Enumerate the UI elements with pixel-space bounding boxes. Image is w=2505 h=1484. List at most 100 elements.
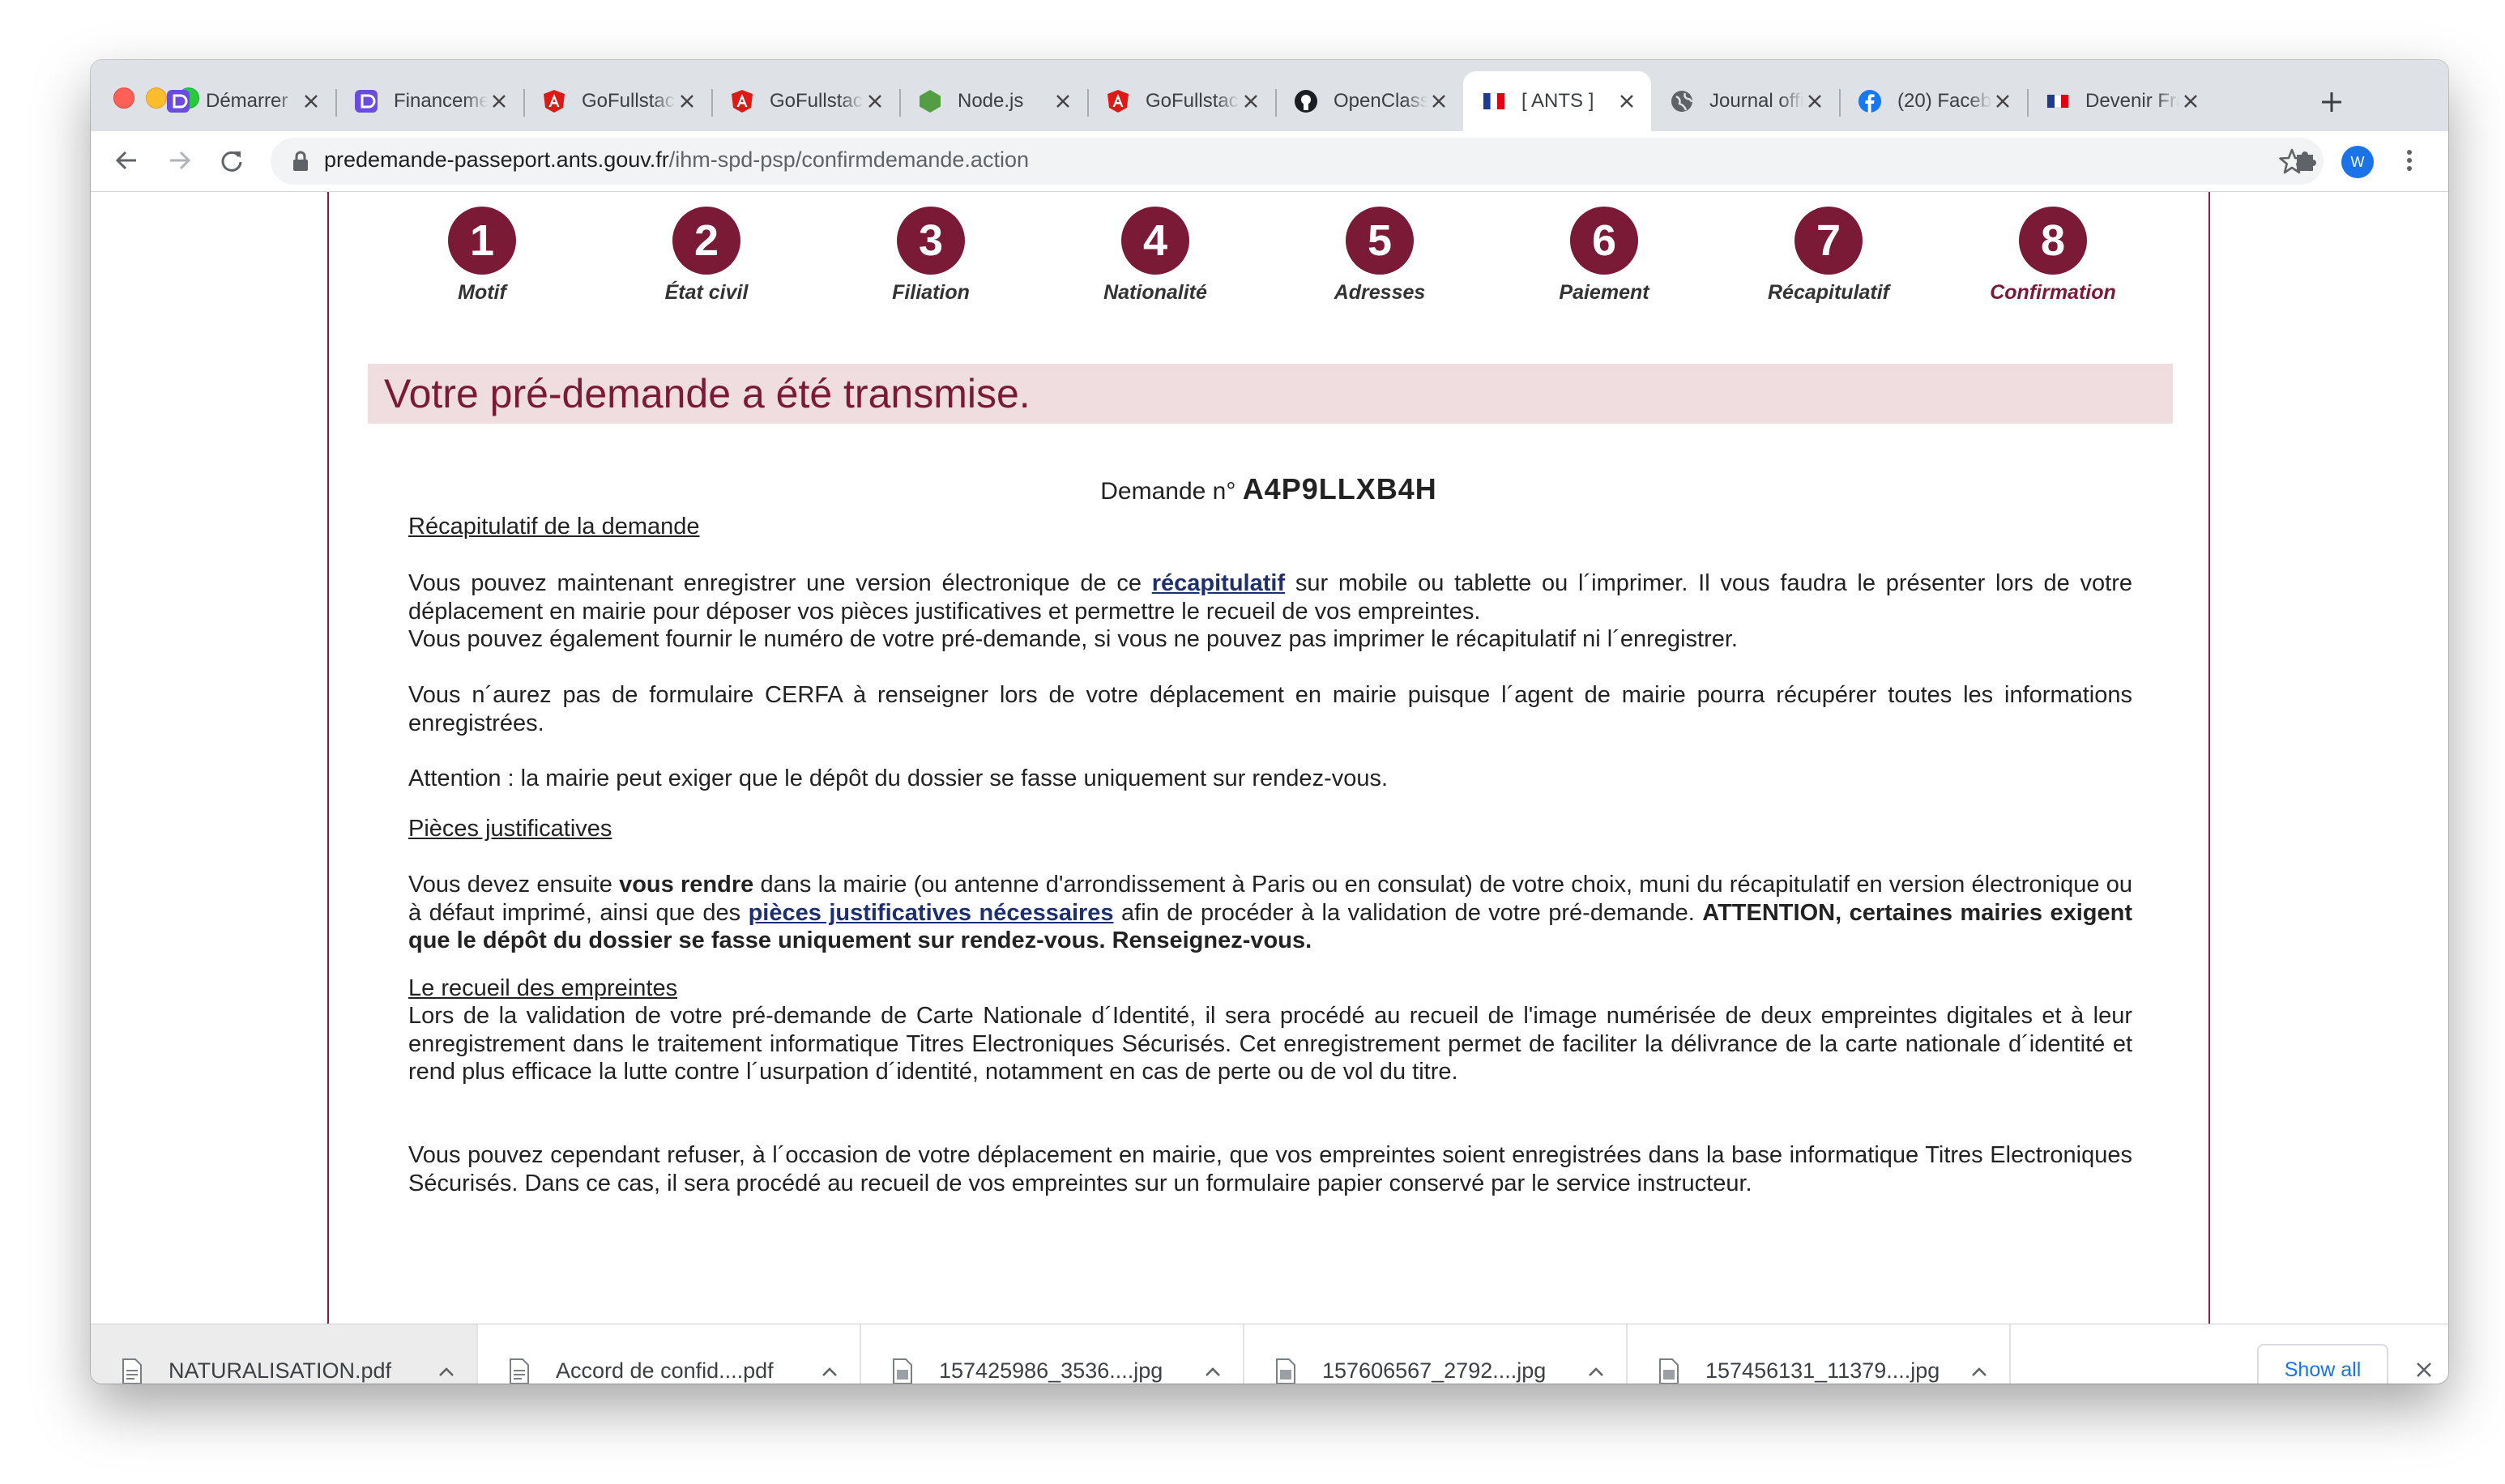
download-filename: Accord de confid....pdf: [556, 1358, 774, 1383]
tab-nodejs[interactable]: Node.js: [899, 71, 1087, 131]
close-icon[interactable]: [300, 90, 322, 113]
new-tab-button[interactable]: [2314, 84, 2349, 120]
step-motif[interactable]: 1 Motif: [385, 207, 579, 305]
step-number: 8: [2019, 207, 2087, 275]
downloads-bar: NATURALISATION.pdf Accord de confid....p…: [91, 1324, 2448, 1384]
close-icon[interactable]: [2179, 90, 2202, 113]
profile-avatar[interactable]: W: [2341, 146, 2374, 178]
tab-title: Démarrer: [206, 90, 288, 112]
page-container: 1 Motif 2 État civil 3 Filiation 4 Natio…: [327, 192, 2210, 1352]
step-adresses[interactable]: 5 Adresses: [1282, 207, 1477, 305]
close-icon: [2417, 1362, 2431, 1377]
file-icon: [122, 1358, 142, 1384]
step-recapitulatif[interactable]: 7 Récapitulatif: [1731, 207, 1926, 305]
tab-facebook[interactable]: (20) Facebook: [1839, 71, 2027, 131]
tab-financement[interactable]: Financement: [335, 71, 523, 131]
tab-strip: Démarrer Financement GoFullstack GoFulls…: [91, 60, 2448, 131]
step-etat-civil[interactable]: 2 État civil: [609, 207, 804, 305]
image-file-icon: [1659, 1358, 1679, 1384]
tab-openclassrooms[interactable]: OpenClassrooms: [1275, 71, 1463, 131]
back-button[interactable]: [109, 143, 144, 178]
tab-gofullstack-1[interactable]: GoFullstack: [523, 71, 711, 131]
empreintes-heading-text: Le recueil des empreintes: [408, 975, 678, 1001]
chevron-up-icon[interactable]: [817, 1359, 842, 1384]
step-label: Récapitulatif: [1767, 281, 1890, 304]
pieces-heading-text: Pièces justificatives: [408, 816, 612, 842]
close-icon[interactable]: [1052, 90, 1074, 113]
demarches-icon: [165, 88, 191, 114]
pieces-text: afin de procéder à la validation de votr…: [1121, 899, 1695, 926]
step-label: Nationalité: [1103, 281, 1207, 304]
download-item[interactable]: NATURALISATION.pdf: [91, 1324, 478, 1384]
download-item[interactable]: 157606567_2792....jpg: [1244, 1324, 1628, 1384]
browser-menu-button[interactable]: [2392, 143, 2427, 178]
step-label: Confirmation: [1990, 281, 2116, 304]
download-filename: NATURALISATION.pdf: [169, 1358, 392, 1383]
recap-heading-text: Récapitulatif de la demande: [408, 514, 700, 539]
close-icon[interactable]: [864, 90, 886, 113]
address-bar[interactable]: predemande-passeport.ants.gouv.fr/ihm-sp…: [271, 138, 2324, 185]
chevron-up-icon[interactable]: [1967, 1359, 1991, 1384]
tab-gofullstack-2[interactable]: GoFullstack: [711, 71, 899, 131]
tab-title: Financement: [394, 90, 488, 112]
github-icon: [1293, 88, 1319, 114]
tab-demarrer[interactable]: Démarrer: [147, 71, 335, 131]
kebab-menu-icon: [2407, 150, 2412, 171]
image-file-icon: [1276, 1358, 1295, 1384]
facebook-icon: [1857, 88, 1883, 114]
page-viewport: 1 Motif 2 État civil 3 Filiation 4 Natio…: [91, 192, 2448, 1352]
step-number: 5: [1346, 207, 1414, 275]
step-number: 2: [672, 207, 740, 275]
pieces-justificatives-link[interactable]: pièces justificatives nécessaires: [749, 900, 1114, 926]
empreintes-paragraph-2: Vous pouvez cependant refuser, à l´occas…: [408, 1142, 2132, 1196]
france-flag-icon: [1481, 88, 1507, 114]
recap-text: Vous pouvez également fournir le numéro …: [408, 626, 1738, 652]
tab-devenir-francais[interactable]: Devenir Français: [2027, 71, 2215, 131]
url-host: predemande-passeport.ants.gouv.fr: [324, 147, 669, 172]
download-filename: 157606567_2792....jpg: [1322, 1358, 1547, 1383]
close-icon[interactable]: [1803, 90, 1826, 113]
demande-label: Demande n°: [1100, 478, 1236, 505]
step-number: 3: [897, 207, 965, 275]
tab-title: GoFullstack: [770, 90, 864, 112]
recap-paragraph-1: Vous pouvez maintenant enregistrer une v…: [408, 569, 2132, 654]
file-icon: [510, 1358, 529, 1384]
chevron-up-icon[interactable]: [434, 1359, 459, 1384]
step-filiation[interactable]: 3 Filiation: [834, 207, 1028, 305]
arrow-right-icon: [170, 151, 191, 170]
close-icon[interactable]: [676, 90, 698, 113]
tab-journal-officiel[interactable]: Journal officiel: [1651, 71, 1839, 131]
step-number: 7: [1794, 207, 1863, 275]
tab-ants[interactable]: [ ANTS ]: [1463, 71, 1651, 131]
recapitulatif-link[interactable]: récapitulatif: [1152, 570, 1285, 596]
close-icon[interactable]: [488, 90, 510, 113]
close-icon[interactable]: [1991, 90, 2014, 113]
step-number: 6: [1570, 207, 1638, 275]
download-item[interactable]: Accord de confid....pdf: [478, 1324, 861, 1384]
download-item[interactable]: 157456131_11379....jpg: [1628, 1324, 2011, 1384]
chevron-up-icon[interactable]: [1584, 1359, 1608, 1384]
close-downloads-button[interactable]: [2408, 1354, 2440, 1384]
tab-title: OpenClassrooms: [1334, 90, 1427, 112]
show-all-button[interactable]: Show all: [2257, 1344, 2388, 1384]
extensions-button[interactable]: [2288, 143, 2324, 178]
step-paiement[interactable]: 6 Paiement: [1507, 207, 1701, 305]
france-flag-icon: [2045, 88, 2071, 114]
close-icon[interactable]: [1615, 90, 1638, 113]
tab-gofullstack-3[interactable]: GoFullstack: [1087, 71, 1275, 131]
close-window-button[interactable]: [113, 87, 134, 109]
close-icon[interactable]: [1240, 90, 1262, 113]
step-number: 4: [1121, 207, 1189, 275]
demande-number: Demande n° A4P9LLXB4H: [329, 472, 2208, 506]
recap-heading: Récapitulatif de la demande: [408, 513, 2132, 541]
step-label: État civil: [664, 281, 749, 304]
close-icon[interactable]: [1427, 90, 1450, 113]
step-label: Paiement: [1559, 281, 1649, 304]
chevron-up-icon[interactable]: [1201, 1359, 1225, 1384]
demarches-icon: [353, 88, 379, 114]
download-item[interactable]: 157425986_3536....jpg: [861, 1324, 1244, 1384]
step-nationalite[interactable]: 4 Nationalité: [1058, 207, 1252, 305]
reload-button[interactable]: [214, 143, 250, 178]
forward-button[interactable]: [162, 143, 198, 178]
puzzle-icon: [2297, 151, 2316, 171]
